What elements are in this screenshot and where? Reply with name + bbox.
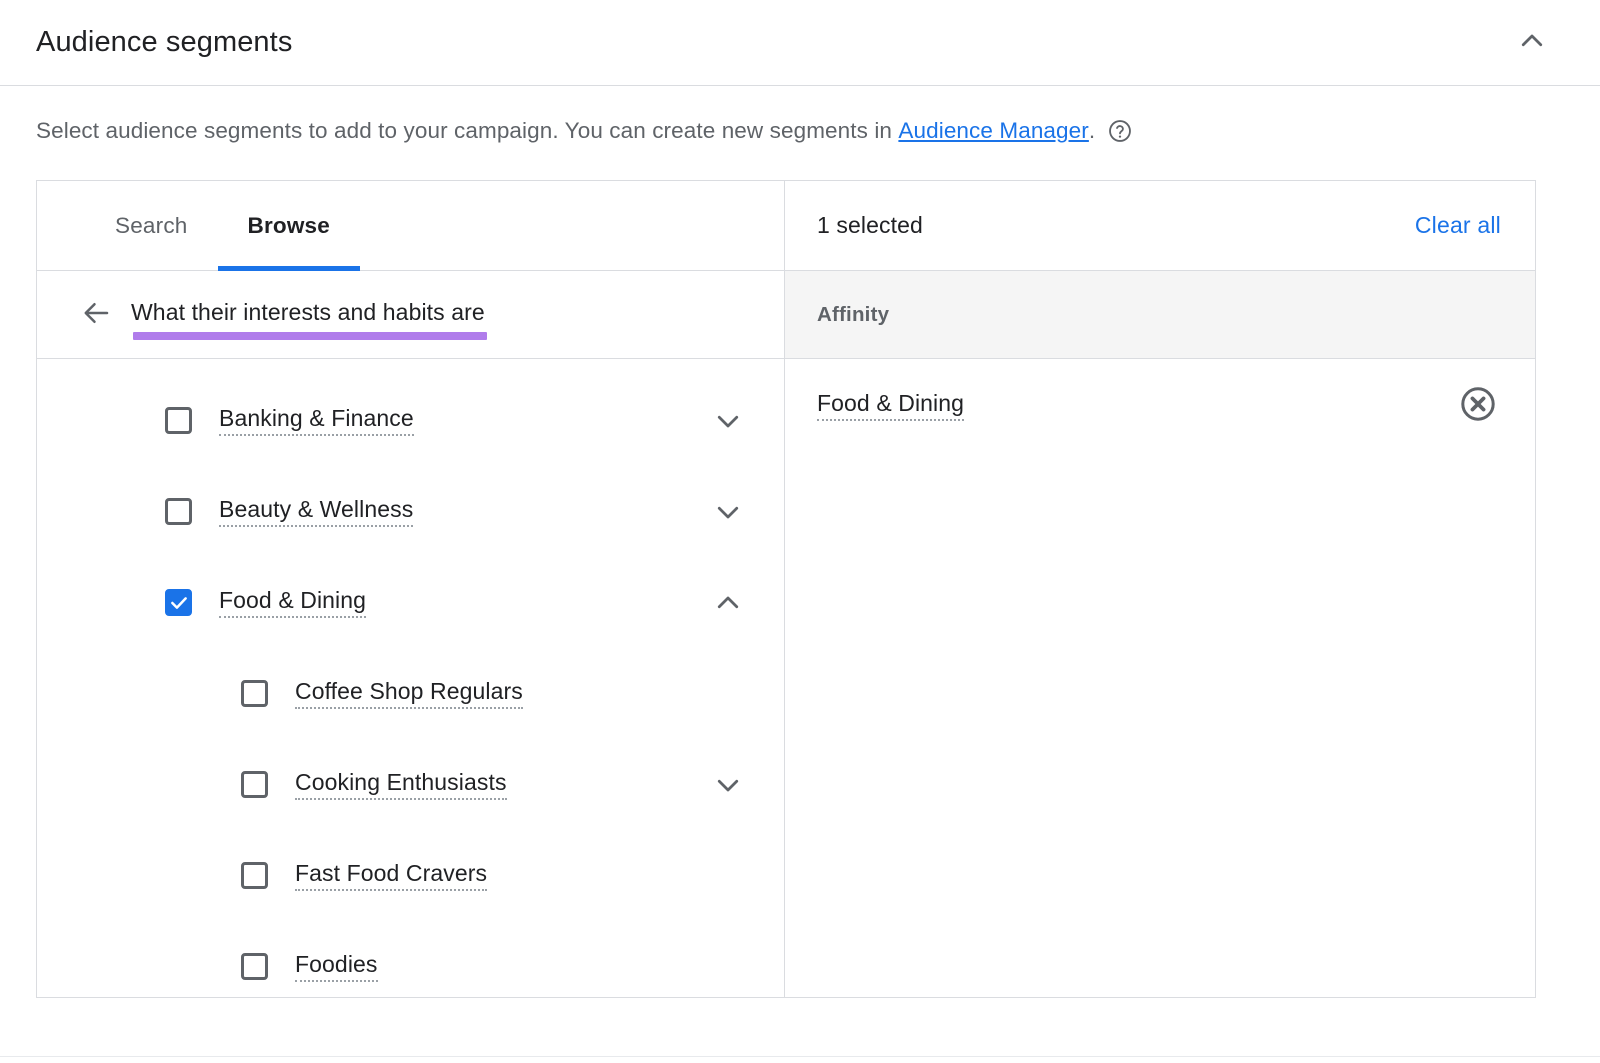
segments-picker: Search Browse What their interests and h… bbox=[36, 180, 1536, 998]
segment-label[interactable]: Beauty & Wellness bbox=[219, 496, 413, 527]
segment-label[interactable]: Food & Dining bbox=[219, 587, 366, 618]
segment-label[interactable]: Banking & Finance bbox=[219, 405, 414, 436]
segment-checkbox[interactable] bbox=[165, 407, 192, 434]
segment-checkbox[interactable] bbox=[241, 771, 268, 798]
segment-checkbox[interactable] bbox=[165, 589, 192, 616]
description-text-before: Select audience segments to add to your … bbox=[36, 118, 898, 144]
breadcrumb: What their interests and habits are bbox=[37, 271, 784, 359]
segment-label[interactable]: Coffee Shop Regulars bbox=[295, 678, 523, 709]
list-item[interactable]: Coffee Shop Regulars bbox=[37, 648, 784, 739]
selected-panel: 1 selected Clear all Affinity Food & Din… bbox=[785, 181, 1535, 997]
segment-checkbox[interactable] bbox=[241, 953, 268, 980]
selected-header: 1 selected Clear all bbox=[785, 181, 1535, 271]
card-header: Audience segments bbox=[0, 0, 1600, 86]
list-item[interactable]: Foodies bbox=[37, 921, 784, 997]
list-item[interactable]: Food & Dining bbox=[37, 557, 784, 648]
back-button[interactable] bbox=[73, 291, 121, 339]
remove-circle-icon bbox=[1459, 385, 1497, 426]
bottom-divider bbox=[0, 1056, 1600, 1057]
collapse-section-button[interactable] bbox=[1510, 21, 1554, 65]
audience-manager-link[interactable]: Audience Manager bbox=[898, 118, 1088, 144]
browse-panel: Search Browse What their interests and h… bbox=[37, 181, 785, 997]
chevron-down-icon[interactable] bbox=[706, 399, 750, 443]
segment-checkbox[interactable] bbox=[165, 498, 192, 525]
help-circle-icon[interactable] bbox=[1107, 118, 1133, 144]
segment-label[interactable]: Cooking Enthusiasts bbox=[295, 769, 507, 800]
picker-tabs: Search Browse bbox=[37, 181, 784, 271]
arrow-left-icon bbox=[82, 298, 112, 331]
list-item[interactable]: Fast Food Cravers bbox=[37, 830, 784, 921]
selected-item: Food & Dining bbox=[785, 359, 1535, 452]
selected-item-label: Food & Dining bbox=[817, 390, 964, 421]
selected-group-header: Affinity bbox=[785, 271, 1535, 359]
description-text-after: . bbox=[1089, 118, 1095, 144]
page-title: Audience segments bbox=[36, 28, 292, 57]
chevron-down-icon[interactable] bbox=[706, 490, 750, 534]
description-row: Select audience segments to add to your … bbox=[0, 86, 1600, 176]
chevron-down-icon[interactable] bbox=[706, 763, 750, 807]
tab-browse[interactable]: Browse bbox=[218, 181, 360, 270]
breadcrumb-current-label[interactable]: What their interests and habits are bbox=[131, 299, 485, 330]
remove-segment-button[interactable] bbox=[1457, 385, 1499, 427]
list-item[interactable]: Beauty & Wellness bbox=[37, 466, 784, 557]
list-item[interactable]: Banking & Finance bbox=[37, 375, 784, 466]
list-item[interactable]: Cooking Enthusiasts bbox=[37, 739, 784, 830]
tab-search[interactable]: Search bbox=[85, 181, 218, 270]
segment-label[interactable]: Fast Food Cravers bbox=[295, 860, 487, 891]
segment-checkbox[interactable] bbox=[241, 862, 268, 889]
chevron-up-icon[interactable] bbox=[706, 581, 750, 625]
segment-list: Banking & Finance Beauty & Wellness bbox=[37, 359, 784, 997]
segment-checkbox[interactable] bbox=[241, 680, 268, 707]
selected-count-label: 1 selected bbox=[817, 212, 923, 239]
clear-all-button[interactable]: Clear all bbox=[1415, 212, 1501, 239]
chevron-up-icon bbox=[1517, 26, 1547, 59]
audience-segments-card: Audience segments Select audience segmen… bbox=[0, 0, 1600, 1063]
segment-label[interactable]: Foodies bbox=[295, 951, 378, 982]
